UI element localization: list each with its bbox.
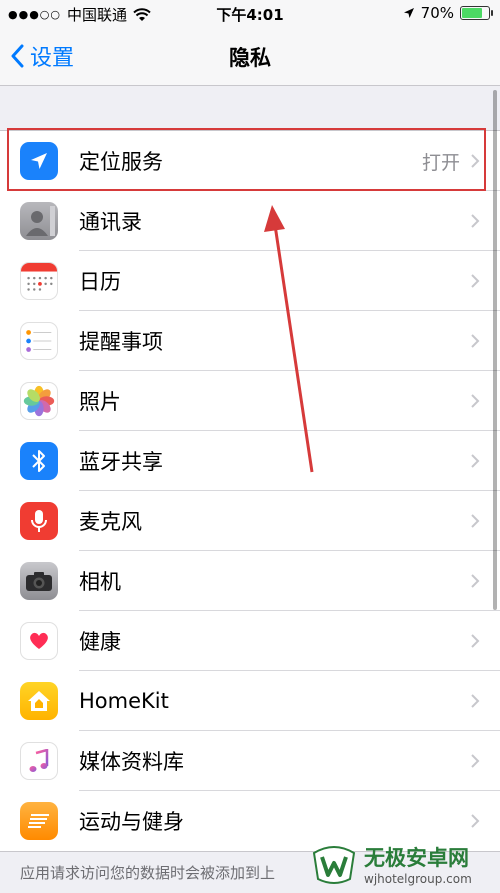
- row-label: 相机: [79, 570, 121, 594]
- row-label: 照片: [79, 390, 121, 414]
- battery-percent: 70%: [420, 4, 454, 22]
- row-calendar[interactable]: 日历: [0, 251, 500, 311]
- privacy-settings-list: 定位服务 打开 通讯录 日历 提醒事项 照片 蓝牙共享 麦克风 相机 健康 Ho…: [0, 130, 500, 852]
- row-label: 媒体资料库: [79, 750, 184, 774]
- chevron-right-icon: [471, 334, 480, 348]
- location-services-status-icon: [403, 8, 414, 18]
- microphone-icon: [20, 502, 58, 540]
- photos-icon: [20, 382, 58, 420]
- navigation-bar: 设置 隐私: [0, 28, 500, 86]
- row-reminders[interactable]: 提醒事项: [0, 311, 500, 371]
- row-label: 健康: [79, 630, 121, 654]
- reminders-icon: [20, 322, 58, 360]
- location-arrow-icon: [20, 142, 58, 180]
- row-label: 通讯录: [79, 210, 142, 234]
- camera-icon: [20, 562, 58, 600]
- row-value: 打开: [421, 151, 460, 174]
- calendar-icon: [20, 262, 58, 300]
- row-label: 蓝牙共享: [79, 450, 163, 474]
- row-location-services[interactable]: 定位服务 打开: [0, 131, 500, 191]
- motion-fitness-icon: [20, 802, 58, 840]
- chevron-right-icon: [471, 574, 480, 588]
- watermark-logo-icon: [312, 846, 356, 884]
- chevron-right-icon: [471, 634, 480, 648]
- row-camera[interactable]: 相机: [0, 551, 500, 611]
- chevron-right-icon: [471, 274, 480, 288]
- row-label: 日历: [79, 270, 121, 294]
- watermark-url: wjhotelgroup.com: [364, 872, 472, 886]
- chevron-right-icon: [471, 394, 480, 408]
- music-note-icon: [20, 742, 58, 780]
- watermark: 无极安卓网 wjhotelgroup.com: [310, 842, 472, 886]
- chevron-right-icon: [471, 454, 480, 468]
- battery-icon: [460, 6, 493, 20]
- row-health[interactable]: 健康: [0, 611, 500, 671]
- row-label: HomeKit: [79, 689, 169, 713]
- row-homekit[interactable]: HomeKit: [0, 671, 500, 731]
- chevron-right-icon: [471, 814, 480, 828]
- contacts-icon: [20, 202, 58, 240]
- homekit-icon: [20, 682, 58, 720]
- bluetooth-icon: [20, 442, 58, 480]
- health-heart-icon: [20, 622, 58, 660]
- chevron-right-icon: [471, 754, 480, 768]
- chevron-right-icon: [471, 214, 480, 228]
- row-label: 提醒事项: [79, 330, 163, 354]
- status-bar: ●●●○○ 中国联通 下午4:01 70%: [0, 0, 500, 28]
- chevron-right-icon: [471, 694, 480, 708]
- row-media-library[interactable]: 媒体资料库: [0, 731, 500, 791]
- watermark-name: 无极安卓网: [364, 846, 469, 870]
- row-photos[interactable]: 照片: [0, 371, 500, 431]
- row-bluetooth-sharing[interactable]: 蓝牙共享: [0, 431, 500, 491]
- row-label: 定位服务: [79, 150, 163, 174]
- row-label: 运动与健身: [79, 810, 184, 834]
- row-label: 麦克风: [79, 510, 142, 534]
- row-contacts[interactable]: 通讯录: [0, 191, 500, 251]
- row-microphone[interactable]: 麦克风: [0, 491, 500, 551]
- battery-level-fill: [462, 8, 482, 18]
- chevron-right-icon: [471, 154, 480, 168]
- chevron-right-icon: [471, 514, 480, 528]
- scrollbar[interactable]: [493, 90, 497, 610]
- footer-note: 应用请求访问您的数据时会被添加到上: [20, 864, 276, 882]
- page-title: 隐私: [229, 46, 271, 70]
